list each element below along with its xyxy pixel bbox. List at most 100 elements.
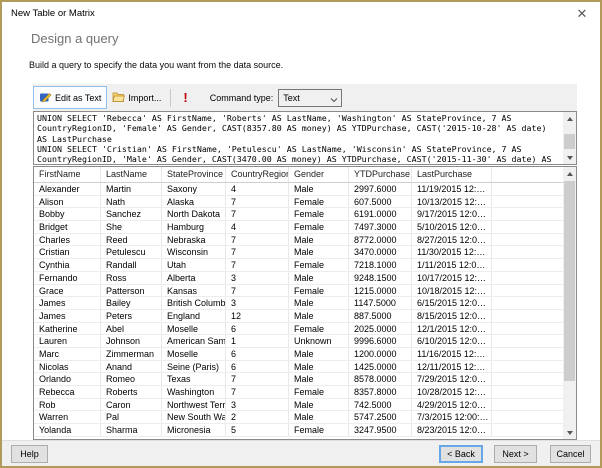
table-cell: 742.5000	[349, 398, 412, 411]
query-scrollbar[interactable]	[563, 112, 576, 164]
cancel-button[interactable]: Cancel	[550, 445, 591, 463]
table-row[interactable]: Cristian Petulescu Wisconsin 7 Male 3470.0000…	[34, 246, 563, 260]
table-cell: 7	[226, 386, 289, 398]
title-bar[interactable]: New Table or Matrix ✕	[2, 2, 600, 30]
edit-as-text-button[interactable]: Edit as Text	[33, 86, 108, 109]
table-cell: 12/1/2015 12:0…	[412, 322, 492, 335]
table-cell: 6	[226, 322, 289, 335]
table-cell: 10/28/2015 12:…	[412, 386, 492, 398]
table-cell-filler	[492, 246, 563, 258]
table-row[interactable]: RobCaronNorthwest Terri…3Male742.50004/2…	[34, 398, 563, 412]
table-row[interactable]: Grace Patterson Kansas 7 Female 1215.0000 10/1…	[34, 284, 563, 298]
table-cell: 8/23/2015 12:0…	[412, 424, 492, 436]
command-type-dropdown[interactable]: Text	[278, 88, 343, 107]
table-cell: Cynthia	[34, 259, 101, 271]
table-cell: 3	[226, 297, 289, 309]
table-cell: 6	[226, 360, 289, 373]
table-cell: North Dakota	[162, 208, 226, 221]
close-icon[interactable]: ✕	[574, 6, 590, 22]
table-row[interactable]: Fernando Ross Alberta 3 Male 9248.1500 10/17/2…	[34, 271, 563, 285]
table-cell: 6/15/2015 12:0…	[412, 297, 492, 309]
table-cell-filler	[492, 272, 563, 284]
table-cell: Male	[289, 246, 349, 259]
table-cell: 9996.6000	[349, 335, 412, 347]
table-cell-filler	[492, 183, 563, 195]
table-cell-filler	[492, 221, 563, 233]
table-row[interactable]: Charles Reed Nebraska 7 Male 8772.0000 8/27/20…	[34, 233, 563, 247]
table-cell: 7	[226, 195, 289, 208]
table-row[interactable]: Alison Nath Alaska 7 Female 607.5000 10/13/201…	[34, 195, 563, 209]
column-header[interactable]: LastName	[101, 167, 162, 182]
table-row[interactable]: Bridget She Hamburg 4 Female 7497.3000 5/10/20…	[34, 221, 563, 234]
table-row[interactable]: Katherine Abel Moselle 6 Female 2025.0000 12/1…	[34, 322, 563, 336]
table-cell-filler	[492, 348, 563, 360]
table-cell: Caron	[101, 398, 162, 411]
table-row[interactable]: Cynthia Randall Utah 7 Female 7218.1000 1/11/2…	[34, 259, 563, 272]
table-cell: 11/30/2015 12:…	[412, 246, 492, 259]
table-cell: 8/15/2015 12:0…	[412, 309, 492, 322]
table-cell: Seine (Paris)	[162, 360, 226, 373]
query-designer-toolbar: Edit as Text Import... ! Command type: T…	[33, 84, 577, 111]
scrollbar-thumb[interactable]	[564, 134, 575, 149]
table-cell: Cristian	[34, 246, 101, 259]
run-query-icon[interactable]: !	[177, 90, 193, 105]
table-cell: Marc	[34, 347, 101, 360]
table-row[interactable]: Nicolas Anand Seine (Paris) 6 Male 1425.0000 1…	[34, 360, 563, 374]
column-header[interactable]: Gender	[289, 167, 349, 182]
table-cell: Male	[289, 373, 349, 385]
table-row[interactable]: LaurenJohnsonAmerican Samoa1Unknown9996.…	[34, 335, 563, 348]
table-row[interactable]: Rebecca Roberts Washington 7 Female 8357.8000…	[34, 386, 563, 399]
table-cell: 7	[226, 284, 289, 297]
table-row[interactable]: Alexander Martin Saxony 4 Male 2997.6000 11/19…	[34, 183, 563, 196]
column-header[interactable]: FirstName	[34, 167, 101, 182]
table-row[interactable]: Yolanda Sharma Micronesia 5 Female 3247.9500 8…	[34, 424, 563, 437]
edit-as-text-icon	[39, 90, 52, 105]
table-cell: Male	[289, 398, 349, 411]
scroll-down-icon[interactable]	[563, 426, 576, 439]
table-cell: Martin	[101, 183, 162, 195]
table-row[interactable]: Marc Zimmerman Moselle 6 Male 1200.0000 11/16/…	[34, 347, 563, 361]
scrollbar-thumb[interactable]	[564, 181, 575, 381]
table-cell: Randall	[101, 259, 162, 271]
edit-as-text-label: Edit as Text	[55, 92, 102, 103]
next-button[interactable]: Next >	[494, 445, 537, 463]
table-row[interactable]: Bobby Sanchez North Dakota 7 Female 6191.0000…	[34, 208, 563, 222]
scroll-down-icon[interactable]	[563, 151, 576, 164]
table-cell: Pal	[101, 411, 162, 424]
table-cell: 8578.0000	[349, 373, 412, 385]
query-text-editor[interactable]: UNION SELECT 'Rebecca' AS FirstName, 'Ro…	[33, 111, 577, 165]
column-header[interactable]: StateProvince	[162, 167, 226, 182]
table-cell: 10/18/2015 12:…	[412, 284, 492, 297]
column-header[interactable]: YTDPurchase	[349, 167, 412, 182]
import-button[interactable]: Import...	[107, 86, 166, 109]
table-cell: Male	[289, 411, 349, 424]
table-row[interactable]: James Peters England 12 Male 887.5000 8/15/201…	[34, 309, 563, 323]
scroll-up-icon[interactable]	[563, 112, 576, 125]
table-row[interactable]: Orlando Romeo Texas 7 Male 8578.0000 7/29/2015…	[34, 373, 563, 386]
back-button[interactable]: < Back	[439, 445, 483, 463]
help-button[interactable]: Help	[11, 445, 48, 463]
table-cell: 7	[226, 259, 289, 271]
table-cell: 5	[226, 424, 289, 436]
footer-bar: Help < Back Next > Cancel	[2, 441, 600, 466]
query-text[interactable]: UNION SELECT 'Rebecca' AS FirstName, 'Ro…	[34, 112, 563, 164]
table-cell: Female	[289, 259, 349, 271]
column-header[interactable]: LastPurchase	[412, 167, 492, 182]
page-subtitle: Build a query to specify the data you wa…	[29, 60, 284, 70]
table-cell: 7	[226, 246, 289, 259]
table-cell: Female	[289, 386, 349, 398]
table-cell: 5747.2500	[349, 411, 412, 424]
table-cell-filler	[492, 297, 563, 309]
table-cell: Katherine	[34, 322, 101, 335]
table-cell: James	[34, 297, 101, 309]
scroll-up-icon[interactable]	[563, 167, 576, 180]
table-cell: Female	[289, 322, 349, 335]
table-cell: 2	[226, 411, 289, 424]
table-row[interactable]: WarrenPalNew South Wales2Male5747.25007/…	[34, 411, 563, 425]
table-row[interactable]: James Bailey British Columbia 3 Male 1147.500…	[34, 297, 563, 310]
grid-scrollbar[interactable]	[563, 167, 576, 439]
table-cell: Female	[289, 221, 349, 233]
grid-header-row: FirstName LastName StateProvince CountryReg…	[34, 167, 563, 183]
column-header[interactable]: CountryRegionID	[226, 167, 289, 182]
table-cell: Ross	[101, 271, 162, 284]
